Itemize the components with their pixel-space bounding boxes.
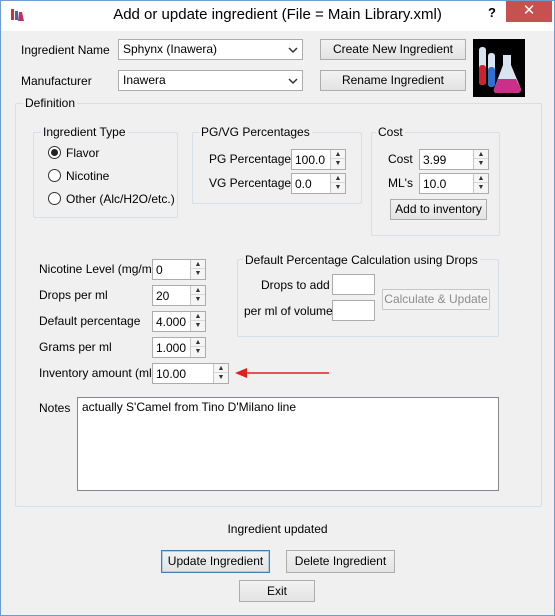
nicotine-level-spinner[interactable]: 0 ▲ ▼: [152, 259, 206, 280]
drops-per-ml-spinner[interactable]: 20 ▲ ▼: [152, 285, 206, 306]
chevron-down-icon: [288, 47, 298, 54]
definition-title: Definition: [23, 96, 78, 110]
inventory-amount-spinner[interactable]: 10.00 ▲ ▼: [152, 363, 229, 384]
annotation-arrow-icon: [235, 368, 329, 378]
inventory-spin-arrows[interactable]: ▲ ▼: [213, 364, 228, 383]
add-to-inventory-button[interactable]: Add to inventory: [390, 199, 487, 220]
spin-down-icon[interactable]: ▼: [474, 183, 488, 192]
spin-up-icon[interactable]: ▲: [191, 312, 205, 321]
vg-label: VG Percentage: [209, 176, 292, 190]
mls-value: 10.0: [423, 177, 447, 191]
title-bar: Add or update ingredient (File = Main Li…: [1, 1, 554, 31]
radio-nicotine-label: Nicotine: [66, 169, 110, 183]
spin-down-icon[interactable]: ▼: [474, 159, 488, 168]
spin-down-icon[interactable]: ▼: [191, 321, 205, 330]
manufacturer-label: Manufacturer: [21, 74, 92, 88]
grams-per-ml-label: Grams per ml: [39, 340, 112, 354]
drops-to-add-input[interactable]: [332, 274, 375, 295]
calculate-update-button[interactable]: Calculate & Update: [382, 289, 490, 310]
window-title: Add or update ingredient (File = Main Li…: [113, 6, 442, 23]
pgvg-title: PG/VG Percentages: [199, 125, 312, 139]
pg-value: 100.0: [295, 153, 326, 167]
manufacturer-value: Inawera: [123, 73, 166, 87]
cost-value: 3.99: [423, 153, 447, 167]
create-ingredient-button[interactable]: Create New Ingredient: [320, 39, 466, 60]
spin-down-icon[interactable]: ▼: [214, 373, 228, 382]
spin-down-icon[interactable]: ▼: [331, 159, 345, 168]
drops-calc-title: Default Percentage Calculation using Dro…: [243, 253, 480, 267]
mls-spin-arrows[interactable]: ▲ ▼: [473, 174, 488, 193]
pg-spin-arrows[interactable]: ▲ ▼: [330, 150, 345, 169]
spin-up-icon[interactable]: ▲: [214, 364, 228, 373]
mls-label: ML's: [388, 176, 413, 190]
cost-spin-arrows[interactable]: ▲ ▼: [473, 150, 488, 169]
ingredient-name-combo[interactable]: Sphynx (Inawera): [118, 39, 303, 60]
manufacturer-combo[interactable]: Inawera: [118, 70, 303, 91]
cost-label: Cost: [388, 152, 413, 166]
radio-other[interactable]: [48, 192, 61, 205]
default-percentage-spinner[interactable]: 4.000 ▲ ▼: [152, 311, 206, 332]
notes-textarea[interactable]: actually S'Camel from Tino D'Milano line: [77, 397, 499, 491]
cost-title: Cost: [376, 125, 405, 139]
spin-down-icon[interactable]: ▼: [191, 269, 205, 278]
nicotine-level-value: 0: [156, 263, 163, 277]
dialog-window: Add or update ingredient (File = Main Li…: [0, 0, 555, 616]
notes-value: actually S'Camel from Tino D'Milano line: [82, 400, 296, 414]
grams-per-ml-spinner[interactable]: 1.000 ▲ ▼: [152, 337, 206, 358]
spin-up-icon[interactable]: ▲: [191, 286, 205, 295]
default-percentage-label: Default percentage: [39, 314, 141, 328]
spin-up-icon[interactable]: ▲: [331, 150, 345, 159]
grams-per-ml-value: 1.000: [156, 341, 187, 355]
drops-per-ml-value: 20: [156, 289, 170, 303]
vg-spin-arrows[interactable]: ▲ ▼: [330, 174, 345, 193]
nicotine-level-label: Nicotine Level (mg/ml): [39, 262, 159, 276]
inventory-amount-value: 10.00: [156, 367, 187, 381]
exit-button[interactable]: Exit: [239, 580, 315, 602]
ingredient-type-title: Ingredient Type: [41, 125, 128, 139]
spin-down-icon[interactable]: ▼: [191, 347, 205, 356]
radio-flavor-label: Flavor: [66, 146, 100, 160]
pg-label: PG Percentage: [209, 152, 292, 166]
radio-other-label: Other (Alc/H2O/etc.): [66, 192, 175, 206]
spin-down-icon[interactable]: ▼: [191, 295, 205, 304]
mls-spinner[interactable]: 10.0 ▲ ▼: [419, 173, 489, 194]
drops-spin-arrows[interactable]: ▲ ▼: [190, 286, 205, 305]
spin-up-icon[interactable]: ▲: [191, 260, 205, 269]
spin-up-icon[interactable]: ▲: [474, 150, 488, 159]
per-ml-volume-input[interactable]: [332, 300, 375, 321]
spin-down-icon[interactable]: ▼: [331, 183, 345, 192]
vg-value: 0.0: [295, 177, 312, 191]
per-ml-volume-label: per ml of volume: [244, 304, 333, 318]
spin-up-icon[interactable]: ▲: [331, 174, 345, 183]
close-button[interactable]: ✕: [506, 1, 552, 22]
delete-ingredient-button[interactable]: Delete Ingredient: [286, 550, 395, 573]
flask-logo-icon: [473, 39, 525, 97]
notes-label: Notes: [39, 401, 71, 415]
spin-up-icon[interactable]: ▲: [191, 338, 205, 347]
default-pct-spin-arrows[interactable]: ▲ ▼: [190, 312, 205, 331]
help-button[interactable]: ?: [479, 4, 505, 24]
grams-spin-arrows[interactable]: ▲ ▼: [190, 338, 205, 357]
chevron-down-icon: [288, 78, 298, 85]
pg-spinner[interactable]: 100.0 ▲ ▼: [291, 149, 346, 170]
spin-up-icon[interactable]: ▲: [474, 174, 488, 183]
drops-to-add-label: Drops to add: [261, 278, 330, 292]
radio-nicotine[interactable]: [48, 169, 61, 182]
nicotine-spin-arrows[interactable]: ▲ ▼: [190, 260, 205, 279]
default-percentage-value: 4.000: [156, 315, 187, 329]
vg-spinner[interactable]: 0.0 ▲ ▼: [291, 173, 346, 194]
radio-flavor[interactable]: [48, 146, 61, 159]
ingredient-name-value: Sphynx (Inawera): [123, 42, 218, 56]
rename-ingredient-button[interactable]: Rename Ingredient: [320, 70, 466, 91]
drops-per-ml-label: Drops per ml: [39, 288, 108, 302]
cost-spinner[interactable]: 3.99 ▲ ▼: [419, 149, 489, 170]
status-message: Ingredient updated: [227, 522, 328, 536]
ingredient-name-label: Ingredient Name: [21, 43, 110, 57]
update-ingredient-button[interactable]: Update Ingredient: [161, 550, 270, 573]
inventory-amount-label: Inventory amount (ml): [39, 366, 156, 380]
